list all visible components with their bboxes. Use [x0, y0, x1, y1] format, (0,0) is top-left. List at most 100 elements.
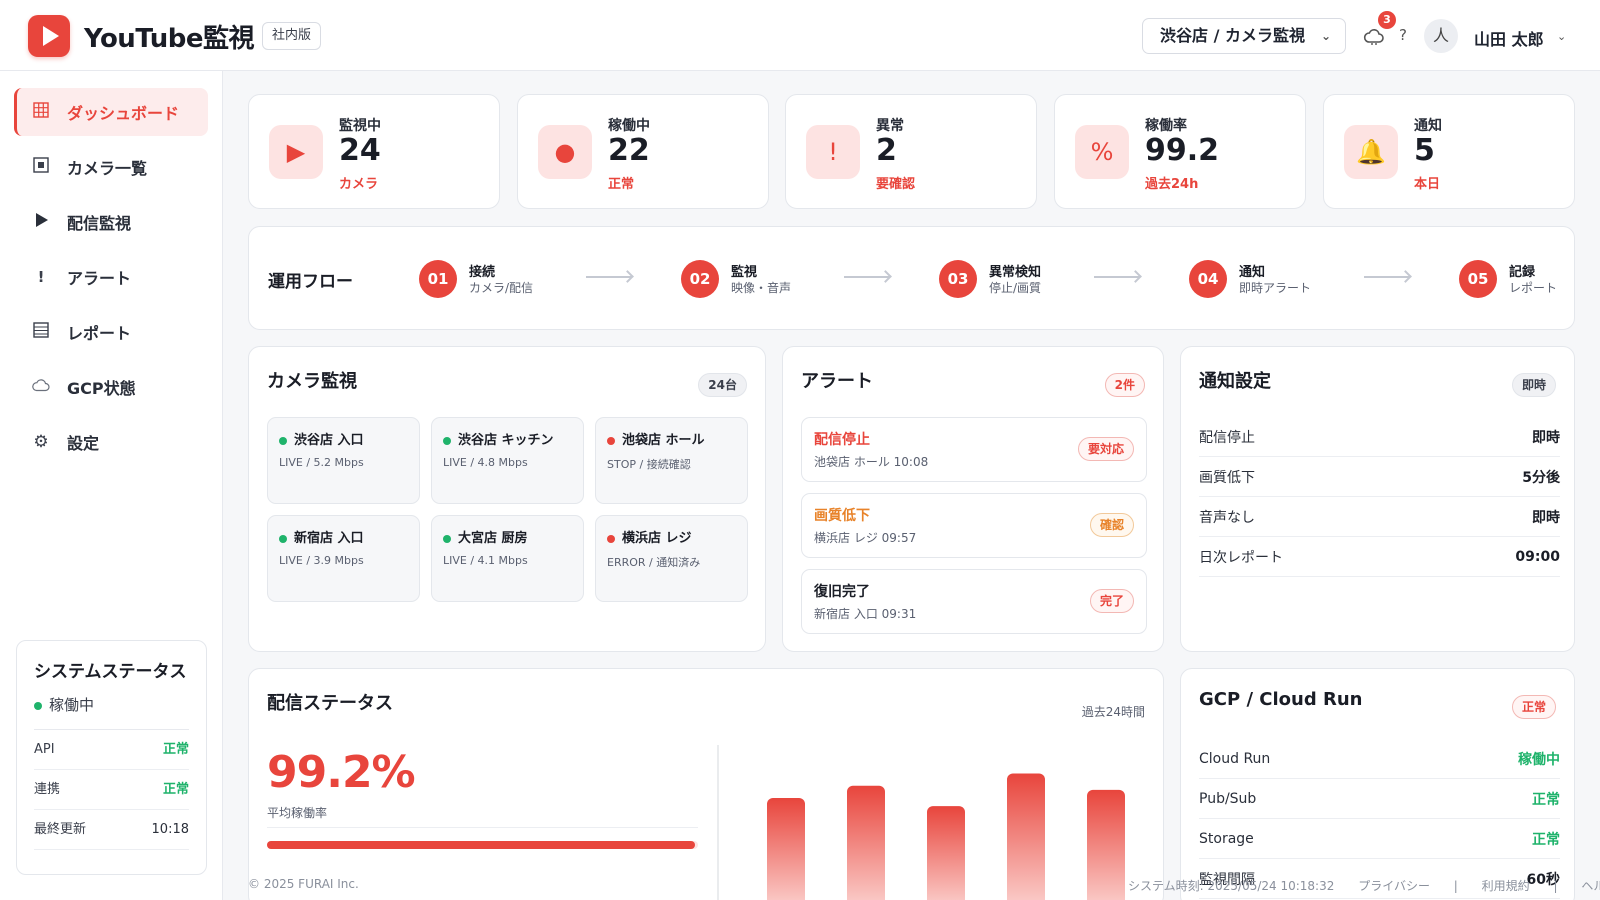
status-dot-icon [607, 436, 615, 445]
status-dot-icon [34, 701, 42, 710]
stat-label: 稼働率 [1145, 118, 1187, 134]
help-link[interactable]: ヘルプ [1581, 879, 1600, 893]
notify-row[interactable]: 日次レポート 09:00 [1199, 537, 1560, 577]
camera-tile[interactable]: 新宿店 入口 LIVE / 3.9 Mbps [267, 515, 420, 602]
sidebar-item-label: カメラ一覧 [67, 159, 148, 178]
notification-count-badge: 3 [1378, 11, 1396, 29]
flow-step-number: 05 [1459, 260, 1497, 298]
section-title: カメラ監視 [267, 371, 357, 392]
sidebar-item-label: 設定 [67, 434, 100, 453]
alert-item[interactable]: 復旧完了 新宿店 入口 09:31 完了 [801, 569, 1147, 634]
system-row-integration: 連携 正常 [34, 770, 189, 810]
camera-name-label: 大宮店 厨房 [458, 531, 528, 546]
row-value: 稼働中 [1518, 751, 1560, 768]
chart-bar [1087, 789, 1125, 900]
flow-step-desc: 即時アラート [1239, 281, 1312, 295]
alert-sub: 新宿店 入口 09:31 [814, 607, 917, 621]
flow-step-number: 03 [939, 260, 977, 298]
user-menu-chevron-icon[interactable]: ⌄ [1557, 30, 1566, 43]
footer-separator: | [1553, 879, 1558, 893]
notify-row[interactable]: 画質低下 5分後 [1199, 457, 1560, 497]
system-row-last-updated: 最終更新 10:18 [34, 810, 189, 850]
camera-count-badge: 24台 [698, 373, 747, 397]
notification-settings-card: 通知設定 即時 配信停止 即時 画質低下 5分後 音声なし 即時 日次レポート 09:0… [1180, 346, 1575, 652]
camera-name: 渋谷店 入口 [279, 429, 408, 448]
status-dot-icon [279, 534, 287, 543]
row-key: Storage [1199, 830, 1254, 847]
play-icon: ▶ [269, 125, 323, 179]
alert-status-badge: 確認 [1089, 513, 1134, 537]
row-key: 連携 [34, 782, 61, 797]
alert-item[interactable]: 画質低下 横浜店 レジ 09:57 確認 [801, 493, 1147, 558]
notify-row[interactable]: 音声なし 即時 [1199, 497, 1560, 537]
gcp-status-badge: 正常 [1511, 695, 1556, 719]
store-select[interactable]: 渋谷店 / カメラ監視 ⌄ [1142, 18, 1346, 54]
sidebar-item-alerts[interactable]: ! アラート [14, 253, 208, 301]
notify-row[interactable]: 配信停止 即時 [1199, 417, 1560, 457]
sidebar-item-dashboard[interactable]: ダッシュボード [14, 88, 208, 136]
camera-name-label: 新宿店 入口 [294, 531, 364, 546]
terms-link[interactable]: 利用規約 [1482, 879, 1530, 893]
row-value: 10:18 [151, 822, 189, 837]
gear-icon: ⚙ [33, 432, 49, 452]
stat-card-running: ● 稼働中 22 正常 [517, 94, 769, 209]
camera-name-label: 池袋店 ホール [622, 433, 705, 448]
uptime-progress-fill [267, 841, 695, 849]
gcp-row: Cloud Run 稼働中 [1199, 739, 1560, 779]
user-name[interactable]: 山田 太郎 [1474, 26, 1544, 50]
flow-step-name: 接続 [469, 265, 496, 280]
sidebar-item-reports[interactable]: レポート [14, 308, 208, 356]
camera-tile[interactable]: 大宮店 厨房 LIVE / 4.1 Mbps [431, 515, 584, 602]
camera-tile[interactable]: 渋谷店 入口 LIVE / 5.2 Mbps [267, 417, 420, 504]
footer-links: システム時刻: 2025/05/24 10:18:32 プライバシー | 利用規… [1128, 877, 1600, 894]
sidebar-item-settings[interactable]: ⚙ 設定 [14, 418, 208, 466]
stat-card-monitoring: ▶ 監視中 24 カメラ [248, 94, 500, 209]
camera-tile[interactable]: 渋谷店 キッチン LIVE / 4.8 Mbps [431, 417, 584, 504]
sidebar-item-gcp[interactable]: GCP状態 [14, 363, 208, 411]
camera-name: 新宿店 入口 [279, 527, 408, 546]
flow-step-desc: 停止/画質 [989, 281, 1042, 295]
sidebar-item-stream-monitor[interactable]: 配信監視 [14, 198, 208, 246]
camera-name-label: 横浜店 レジ [622, 531, 692, 546]
status-dot-icon [443, 534, 451, 543]
chevron-down-icon: ⌄ [1320, 29, 1331, 43]
stat-sub: 正常 [608, 177, 635, 192]
stat-card-anomaly: ! 異常 2 要確認 [785, 94, 1037, 209]
sidebar-item-cameras[interactable]: カメラ一覧 [14, 143, 208, 191]
flow-step-desc: 映像・音声 [731, 281, 792, 295]
privacy-link[interactable]: プライバシー [1358, 879, 1430, 893]
operation-flow-card: 運用フロー 01 接続 カメラ/配信 02 監視 映像・音声 03 異常検知 停… [248, 226, 1575, 330]
stat-sub: 過去24h [1145, 177, 1199, 192]
gcp-row: Storage 正常 [1199, 819, 1560, 859]
section-title: GCP / Cloud Run [1199, 689, 1363, 710]
camera-tile[interactable]: 池袋店 ホール STOP / 接続確認 [595, 417, 748, 504]
row-key: 画質低下 [1199, 469, 1255, 486]
gcp-status-card: GCP / Cloud Run 正常 Cloud Run 稼働中 Pub/Sub 正… [1180, 668, 1575, 900]
stat-sub: 本日 [1414, 177, 1441, 192]
section-title: 配信ステータス [267, 693, 393, 714]
camera-status: ERROR / 通知済み [607, 556, 701, 569]
row-key: 音声なし [1199, 509, 1255, 526]
row-key: Cloud Run [1199, 750, 1271, 767]
top-header: YouTube監視 社内版 渋谷店 / カメラ監視 ⌄ 3 ? 人 山田 太郎 … [0, 0, 1600, 71]
flow-arrow-icon [1364, 276, 1410, 278]
sidebar-item-label: レポート [67, 324, 132, 343]
app-title: YouTube監視 [84, 24, 254, 54]
section-title: アラート [801, 371, 873, 392]
avatar[interactable]: 人 [1424, 19, 1458, 53]
uptime-progress-bar [267, 841, 698, 849]
flow-step-desc: レポート [1509, 281, 1558, 295]
camera-status: LIVE / 4.1 Mbps [443, 554, 528, 567]
chart-bar [927, 806, 965, 900]
camera-tile[interactable]: 横浜店 レジ ERROR / 通知済み [595, 515, 748, 602]
flow-step-desc: カメラ/配信 [469, 281, 534, 295]
alert-item[interactable]: 配信停止 池袋店 ホール 10:08 要対応 [801, 417, 1147, 482]
uptime-bar-chart [717, 745, 1125, 900]
flow-step-number: 04 [1189, 260, 1227, 298]
camera-monitor-card: カメラ監視 24台 渋谷店 入口 LIVE / 5.2 Mbps 渋谷店 キッチ… [248, 346, 766, 652]
footer-separator: | [1453, 879, 1458, 893]
stat-card-notifications: 🔔 通知 5 本日 [1323, 94, 1575, 209]
time-range-label: 過去24時間 [1081, 705, 1145, 719]
help-button[interactable]: ? [1399, 26, 1407, 44]
sidebar: ダッシュボード カメラ一覧 配信監視 ! アラート レポート GCP状態 ⚙ 設… [0, 71, 223, 900]
